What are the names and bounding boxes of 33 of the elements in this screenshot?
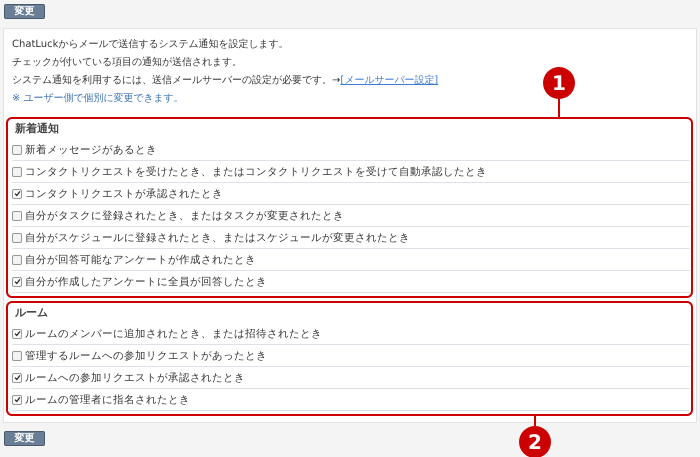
section-title: 新着通知 xyxy=(14,121,60,137)
option-label: 自分が作成したアンケートに全員が回答したとき xyxy=(25,274,267,288)
option-label: ルームの管理者に指名されたとき xyxy=(25,392,190,406)
description-text: システム通知を利用するには、送信メールサーバーの設定が必要です。→ xyxy=(12,75,340,86)
checkbox[interactable] xyxy=(12,232,22,242)
change-button[interactable]: 変更 xyxy=(4,4,45,19)
checkbox[interactable] xyxy=(12,372,22,382)
option-label: 自分がタスクに登録されたとき、またはタスクが変更されたとき xyxy=(25,208,344,222)
checkbox[interactable] xyxy=(12,328,22,338)
option-label: コンタクトリクエストが承認されたとき xyxy=(25,186,223,200)
checkbox[interactable] xyxy=(12,254,22,264)
checkbox[interactable] xyxy=(12,144,22,154)
checkbox[interactable] xyxy=(12,188,22,198)
checkbox[interactable] xyxy=(12,394,22,404)
checkbox[interactable] xyxy=(12,210,22,220)
callout-number: 2 xyxy=(519,426,551,457)
description-text: ChatLuckからメールで送信するシステム通知を設定します。 xyxy=(12,39,288,50)
checkbox[interactable] xyxy=(12,166,22,176)
option-label: ルームへの参加リクエストが承認されたとき xyxy=(25,370,245,384)
section-title: ルーム xyxy=(14,305,49,321)
note-text: ※ ユーザー側で個別に変更できます。 xyxy=(12,93,184,104)
option-label: ルームのメンバーに追加されたとき、または招待されたとき xyxy=(25,326,322,340)
option-label: コンタクトリクエストを受けたとき、またはコンタクトリクエストを受けて自動承認したとき xyxy=(25,164,487,178)
option-label: 自分が回答可能なアンケートが作成されたとき xyxy=(25,252,256,266)
checkbox[interactable] xyxy=(12,276,22,286)
checkbox[interactable] xyxy=(12,350,22,360)
mail-server-settings-link[interactable]: [メールサーバー設定] xyxy=(340,75,438,86)
option-label: 管理するルームへの参加リクエストがあったとき xyxy=(25,348,267,362)
callout-number: 1 xyxy=(543,67,575,99)
change-button[interactable]: 変更 xyxy=(4,431,45,446)
option-label: 新着メッセージがあるとき xyxy=(25,142,157,156)
option-label: 自分がスケジュールに登録されたとき、またはスケジュールが変更されたとき xyxy=(25,230,410,244)
description-text: チェックが付いている項目の通知が送信されます。 xyxy=(12,57,242,68)
